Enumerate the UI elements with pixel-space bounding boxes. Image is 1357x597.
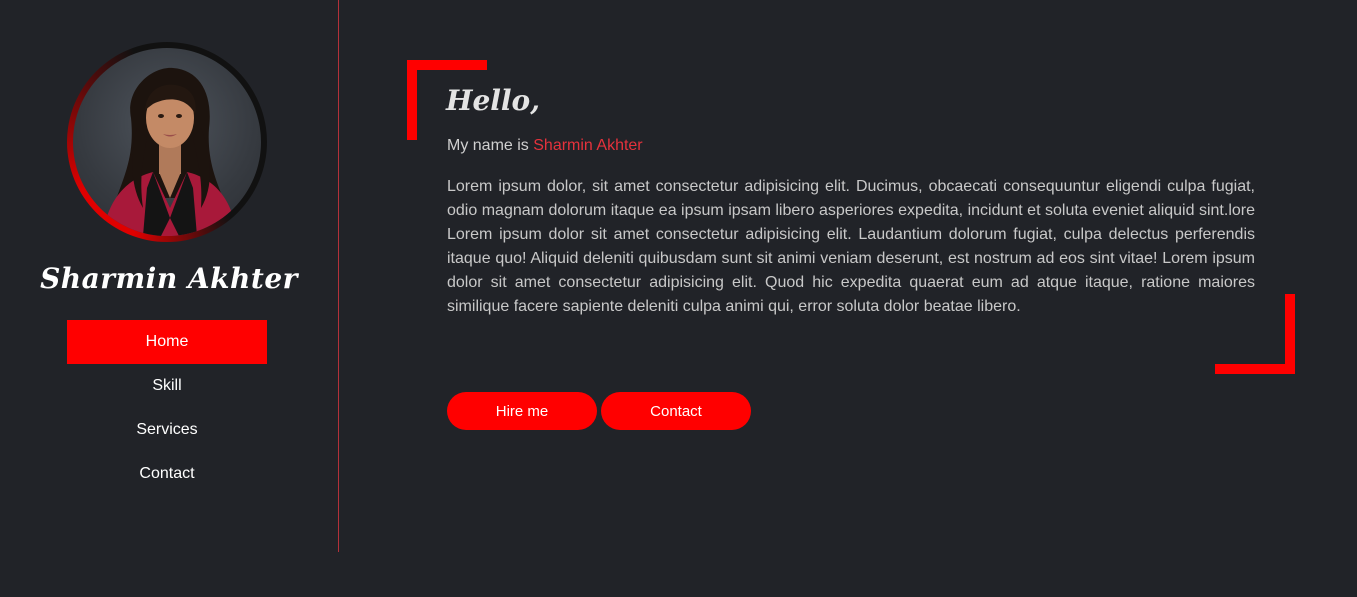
portrait-image (103, 67, 237, 236)
intro-name: Sharmin Akhter (533, 137, 643, 154)
corner-frame-bottom-right (1215, 364, 1295, 374)
corner-frame-top-left-vertical (407, 60, 417, 140)
profile-name: Sharmin Akhter (40, 262, 298, 295)
sidebar-nav: Home Skill Services Contact (67, 320, 267, 496)
nav-item-contact[interactable]: Contact (67, 452, 267, 496)
contact-button[interactable]: Contact (601, 392, 751, 430)
nav-item-services[interactable]: Services (67, 408, 267, 452)
intro-line: My name is Sharmin Akhter (447, 137, 643, 155)
sidebar: Sharmin Akhter Home Skill Services Conta… (0, 0, 339, 552)
avatar-ring (67, 42, 267, 242)
avatar (73, 48, 261, 236)
corner-frame-top-left (407, 60, 487, 70)
portfolio-page: Sharmin Akhter Home Skill Services Conta… (0, 0, 1357, 597)
nav-item-skill[interactable]: Skill (67, 364, 267, 408)
corner-frame-bottom-right-vertical (1285, 294, 1295, 374)
bio-paragraph: Lorem ipsum dolor, sit amet consectetur … (447, 178, 1255, 315)
greeting-heading: Hello, (446, 84, 540, 117)
intro-prefix: My name is (447, 137, 534, 154)
action-buttons: Hire me Contact (447, 392, 751, 430)
nav-item-home[interactable]: Home (67, 320, 267, 364)
hire-me-button[interactable]: Hire me (447, 392, 597, 430)
